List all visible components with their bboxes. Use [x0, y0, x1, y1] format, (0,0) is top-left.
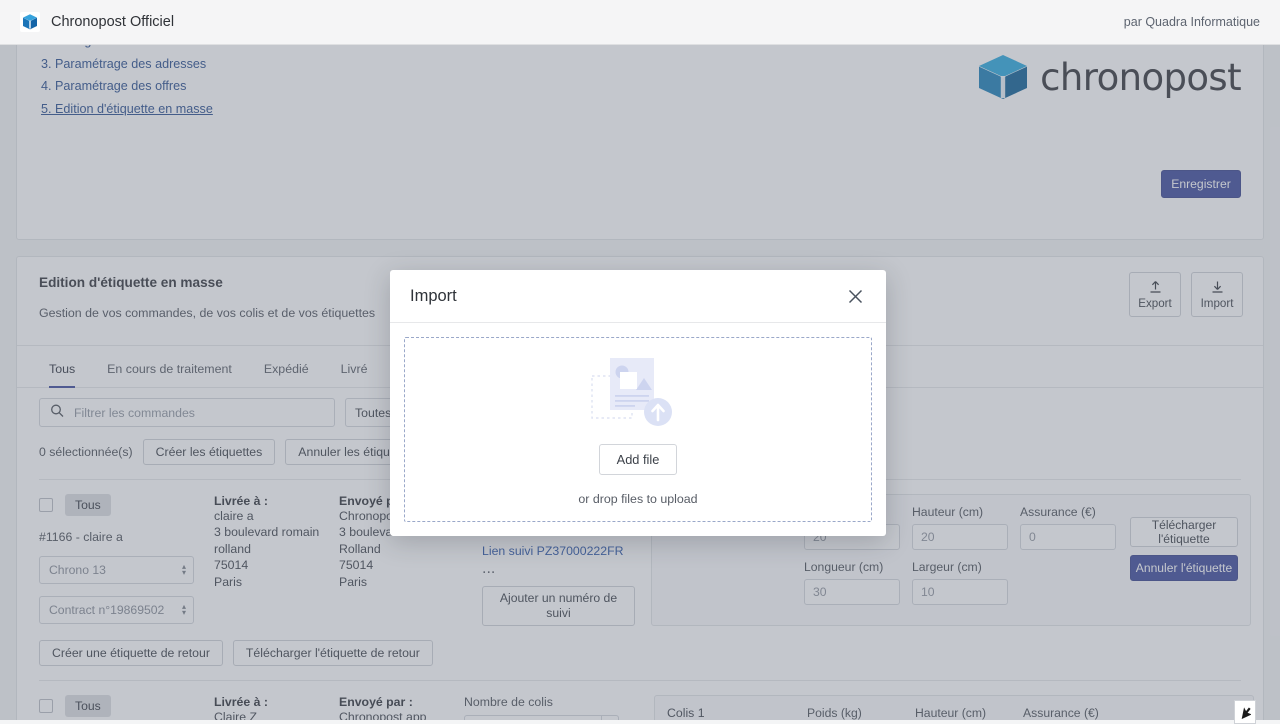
vendor-label: par Quadra Informatique: [1123, 15, 1260, 29]
cube-icon: [20, 12, 40, 32]
mouse-cursor: [1234, 700, 1256, 724]
app-title: Chronopost Officiel: [51, 14, 175, 30]
file-upload-illustration-icon: [590, 354, 686, 436]
topbar-brand: Chronopost Officiel: [20, 12, 174, 32]
add-file-button[interactable]: Add file: [598, 443, 678, 475]
file-dropzone[interactable]: Add file or drop files to upload: [404, 337, 872, 522]
modal-body: Add file or drop files to upload: [390, 323, 886, 536]
import-modal: Import Add file or drop files to upload: [390, 270, 886, 536]
close-icon[interactable]: [844, 285, 866, 307]
modal-title: Import: [410, 286, 457, 305]
drop-hint-text: or drop files to upload: [578, 491, 698, 506]
app-topbar: Chronopost Officiel par Quadra Informati…: [0, 0, 1280, 45]
modal-header: Import: [390, 270, 886, 323]
